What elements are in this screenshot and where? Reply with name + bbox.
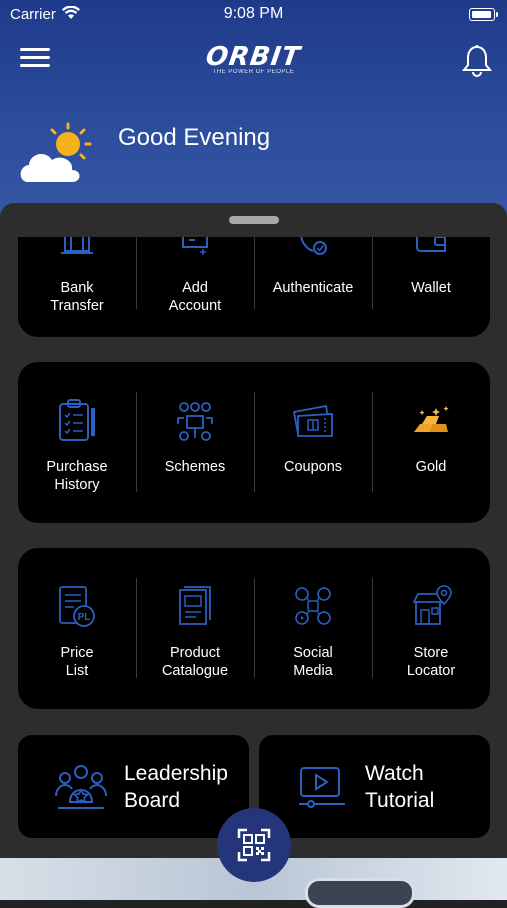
product-catalogue-button[interactable]: Product Catalogue <box>136 548 254 709</box>
wallet-label: Wallet <box>411 280 451 296</box>
gold-label: Gold <box>415 459 447 475</box>
authenticate-button[interactable]: Authenticate <box>254 237 372 337</box>
greeting-text: Good Evening <box>118 124 271 151</box>
schemes-label: Schemes <box>164 459 226 475</box>
watch-tutorial-label: Watch Tutorial <box>365 761 435 812</box>
authenticate-label: Authenticate <box>272 280 354 296</box>
promo-banner-image <box>305 878 415 908</box>
brand-logo: ORBIT THE POWER OF PEOPLE <box>0 42 507 75</box>
schemes-button[interactable]: Schemes <box>136 362 254 523</box>
wallet-icon <box>416 237 446 252</box>
coupons-button[interactable]: Coupons <box>254 362 372 523</box>
social-media-button[interactable]: Social Media <box>254 548 372 709</box>
sheet-drag-handle[interactable] <box>229 216 279 224</box>
gold-button[interactable]: Gold <box>372 362 490 523</box>
store-locator-icon <box>412 585 452 625</box>
bank-transfer-label: Bank Transfer <box>50 280 104 314</box>
gold-bars-icon <box>414 406 449 432</box>
bank-icon <box>61 237 93 254</box>
status-bar: Carrier 9:08 PM <box>0 0 507 30</box>
add-account-icon <box>182 237 208 255</box>
leadership-board-label: Leadership Board <box>124 761 228 812</box>
video-icon <box>299 766 345 808</box>
price-list-icon: PL <box>59 586 95 627</box>
add-account-button[interactable]: Add Account <box>136 237 254 337</box>
product-catalogue-label: Product Catalogue <box>161 645 229 679</box>
purchase-history-label: Purchase History <box>46 459 108 493</box>
qr-scan-button[interactable] <box>217 808 291 882</box>
catalogue-icon <box>179 586 211 625</box>
leadership-board-button[interactable]: Leadership Board <box>18 735 249 838</box>
brand-tagline: THE POWER OF PEOPLE <box>212 69 295 75</box>
clock: 9:08 PM <box>223 5 284 22</box>
resources-card: PL Price List Product Catalogue Social M… <box>18 548 490 709</box>
purchase-history-button[interactable]: Purchase History <box>18 362 136 523</box>
schemes-icon <box>177 402 213 441</box>
store-locator-button[interactable]: Store Locator <box>372 548 490 709</box>
clipboard-icon <box>59 399 95 441</box>
battery-icon <box>469 8 498 21</box>
bank-transfer-button[interactable]: Bank Transfer <box>18 237 136 337</box>
brand-name: ORBIT <box>204 42 303 72</box>
coupons-label: Coupons <box>283 459 343 475</box>
social-media-label: Social Media <box>293 645 333 679</box>
weather-icon <box>20 122 92 182</box>
social-media-icon <box>295 587 331 625</box>
quick-actions-card: Bank Transfer Add Account Authenticate W… <box>18 237 490 337</box>
svg-text:PL: PL <box>78 612 91 623</box>
rewards-card: Purchase History Schemes Coupons Gold <box>18 362 490 523</box>
price-list-button[interactable]: PL Price List <box>18 548 136 709</box>
watch-tutorial-button[interactable]: Watch Tutorial <box>259 735 490 838</box>
store-locator-label: Store Locator <box>406 645 456 679</box>
leaderboard-icon <box>55 764 107 809</box>
wallet-button[interactable]: Wallet <box>372 237 490 337</box>
coupon-icon <box>292 404 333 437</box>
price-list-label: Price List <box>60 645 94 679</box>
notification-bell-icon[interactable] <box>461 44 493 78</box>
authenticate-icon <box>300 237 327 255</box>
add-account-label: Add Account <box>168 280 222 314</box>
qr-code-icon <box>237 828 271 862</box>
